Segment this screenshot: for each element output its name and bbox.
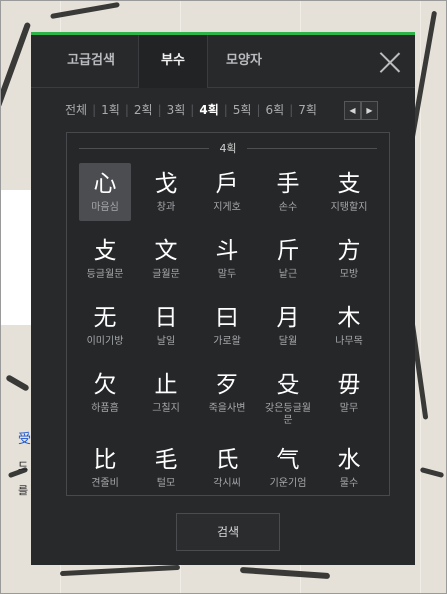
radical-char: 月 [276, 305, 300, 331]
stroke-2[interactable]: 2획 [134, 101, 153, 118]
radical-name: 털모 [156, 478, 176, 489]
radical-char: 斗 [215, 238, 239, 264]
radical-tile[interactable]: 木 나무목 [323, 297, 375, 355]
radical-char: 歹 [215, 372, 239, 398]
radical-char: 气 [276, 447, 300, 473]
radical-tile[interactable]: 日 날일 [140, 297, 192, 355]
radical-name: 마음심 [91, 202, 119, 213]
radical-name: 기운기엄 [269, 478, 307, 489]
radical-tile[interactable]: 戶 지게호 [201, 163, 253, 221]
radical-tile[interactable]: 歹 죽을사변 [201, 364, 253, 422]
radical-char: 比 [93, 447, 117, 473]
tab-radical[interactable]: 부수 [138, 35, 208, 88]
radical-char: 支 [337, 171, 361, 197]
radical-tile[interactable]: 斤 낱근 [262, 230, 314, 288]
radical-char: 水 [337, 447, 361, 473]
prev-stroke-icon[interactable]: ◀ [344, 101, 361, 120]
radical-char: 戈 [154, 171, 178, 197]
radical-grid: 4획 心 마음심 戈 창과 戶 지게호 手 손수 支 지탱할지 攴 등글월문 文 글월문 斗 말두 斤 낱근 方 모방… [66, 132, 390, 496]
side-text-b: 를 [18, 484, 29, 497]
radical-name: 글월문 [152, 269, 180, 280]
radical-char: 曰 [215, 305, 239, 331]
radical-name: 물수 [339, 478, 359, 489]
stroke-all[interactable]: 전체 [65, 101, 87, 118]
radical-char: 方 [337, 238, 361, 264]
radical-name: 견줄비 [91, 478, 119, 489]
tab-shape-char[interactable]: 모양자 [207, 35, 281, 87]
radical-name: 하품흠 [91, 403, 119, 414]
radical-char: 手 [276, 171, 300, 197]
stroke-filter: 전체 | 1획 | 2획 | 3획 | 4획 | 5획 | 6획 | 7획 [65, 101, 317, 118]
stroke-7[interactable]: 7획 [298, 101, 317, 118]
radical-char: 文 [154, 238, 178, 264]
radical-name: 날일 [156, 336, 176, 347]
radical-tile[interactable]: 毋 말무 [323, 364, 375, 422]
radical-tile[interactable]: 攴 등글월문 [79, 230, 131, 288]
radical-name: 등글월문 [86, 269, 124, 280]
radical-tile[interactable]: 月 달월 [262, 297, 314, 355]
radical-tile[interactable]: 欠 하품흠 [79, 364, 131, 422]
radical-tile[interactable]: 水 물수 [323, 439, 375, 495]
radical-name: 말두 [217, 269, 237, 280]
radical-name: 창과 [156, 202, 176, 213]
radical-name: 각시씨 [213, 478, 241, 489]
stroke-5[interactable]: 5획 [233, 101, 252, 118]
radical-tile[interactable]: 气 기운기엄 [262, 439, 314, 495]
radical-name: 이미기방 [86, 336, 124, 347]
radical-name: 가로왈 [213, 336, 241, 347]
radical-char: 木 [337, 305, 361, 331]
radical-name: 그칠지 [152, 403, 180, 414]
radical-char: 毛 [154, 447, 178, 473]
radical-tile[interactable]: 比 견줄비 [79, 439, 131, 495]
radical-char: 斤 [276, 238, 300, 264]
side-link-char[interactable]: 受 [18, 428, 31, 447]
next-stroke-icon[interactable]: ▶ [361, 101, 378, 120]
radical-name: 지탱할지 [330, 202, 368, 213]
stroke-6[interactable]: 6획 [266, 101, 285, 118]
radical-name: 모방 [339, 269, 359, 280]
stroke-group-header: 4획 [67, 140, 389, 156]
radical-search-panel: 고급검색 부수 모양자 전체 | 1획 | 2획 | 3획 | 4획 | 5획 | 6획 | 7획 ◀ ▶ … [31, 32, 415, 565]
radical-char: 戶 [215, 171, 239, 197]
side-panel-strip [0, 190, 31, 325]
radical-name: 말무 [339, 403, 359, 414]
radical-tile[interactable]: 文 글월문 [140, 230, 192, 288]
radical-tile[interactable]: 心 마음심 [79, 163, 131, 221]
radical-tile[interactable]: 戈 창과 [140, 163, 192, 221]
radical-char: 止 [154, 372, 178, 398]
radical-tile[interactable]: 止 그칠지 [140, 364, 192, 422]
tab-bar: 고급검색 부수 모양자 [31, 35, 415, 88]
radical-tile[interactable]: 支 지탱할지 [323, 163, 375, 221]
radical-char: 殳 [276, 372, 300, 398]
radical-tile[interactable]: 方 모방 [323, 230, 375, 288]
radical-tile[interactable]: 毛 털모 [140, 439, 192, 495]
stroke-1[interactable]: 1획 [101, 101, 120, 118]
tab-advanced-search[interactable]: 고급검색 [45, 35, 137, 87]
radical-name: 달월 [278, 336, 298, 347]
radical-char: 欠 [93, 372, 117, 398]
radical-name: 갖은등글월문 [265, 403, 311, 426]
radical-char: 日 [154, 305, 178, 331]
radical-tile[interactable]: 手 손수 [262, 163, 314, 221]
radical-name: 나무목 [335, 336, 363, 347]
radical-char: 毋 [337, 372, 361, 398]
radical-tile[interactable]: 无 이미기방 [79, 297, 131, 355]
radical-char: 氏 [215, 447, 239, 473]
stroke-3[interactable]: 3획 [167, 101, 186, 118]
radical-char: 攴 [93, 238, 117, 264]
radical-tile[interactable]: 斗 말두 [201, 230, 253, 288]
side-text-a: 드 [18, 460, 29, 473]
radical-tile[interactable]: 曰 가로왈 [201, 297, 253, 355]
radical-name: 낱근 [278, 269, 298, 280]
radical-name: 죽을사변 [208, 403, 246, 414]
radical-tile[interactable]: 氏 각시씨 [201, 439, 253, 495]
radical-name: 손수 [278, 202, 298, 213]
radical-name: 지게호 [213, 202, 241, 213]
close-icon[interactable] [379, 51, 401, 73]
radical-char: 无 [93, 305, 117, 331]
stroke-4[interactable]: 4획 [199, 101, 218, 118]
radical-char: 心 [93, 171, 117, 197]
radical-tile[interactable]: 殳 갖은등글월문 [262, 364, 314, 426]
search-button[interactable]: 검색 [176, 513, 280, 551]
